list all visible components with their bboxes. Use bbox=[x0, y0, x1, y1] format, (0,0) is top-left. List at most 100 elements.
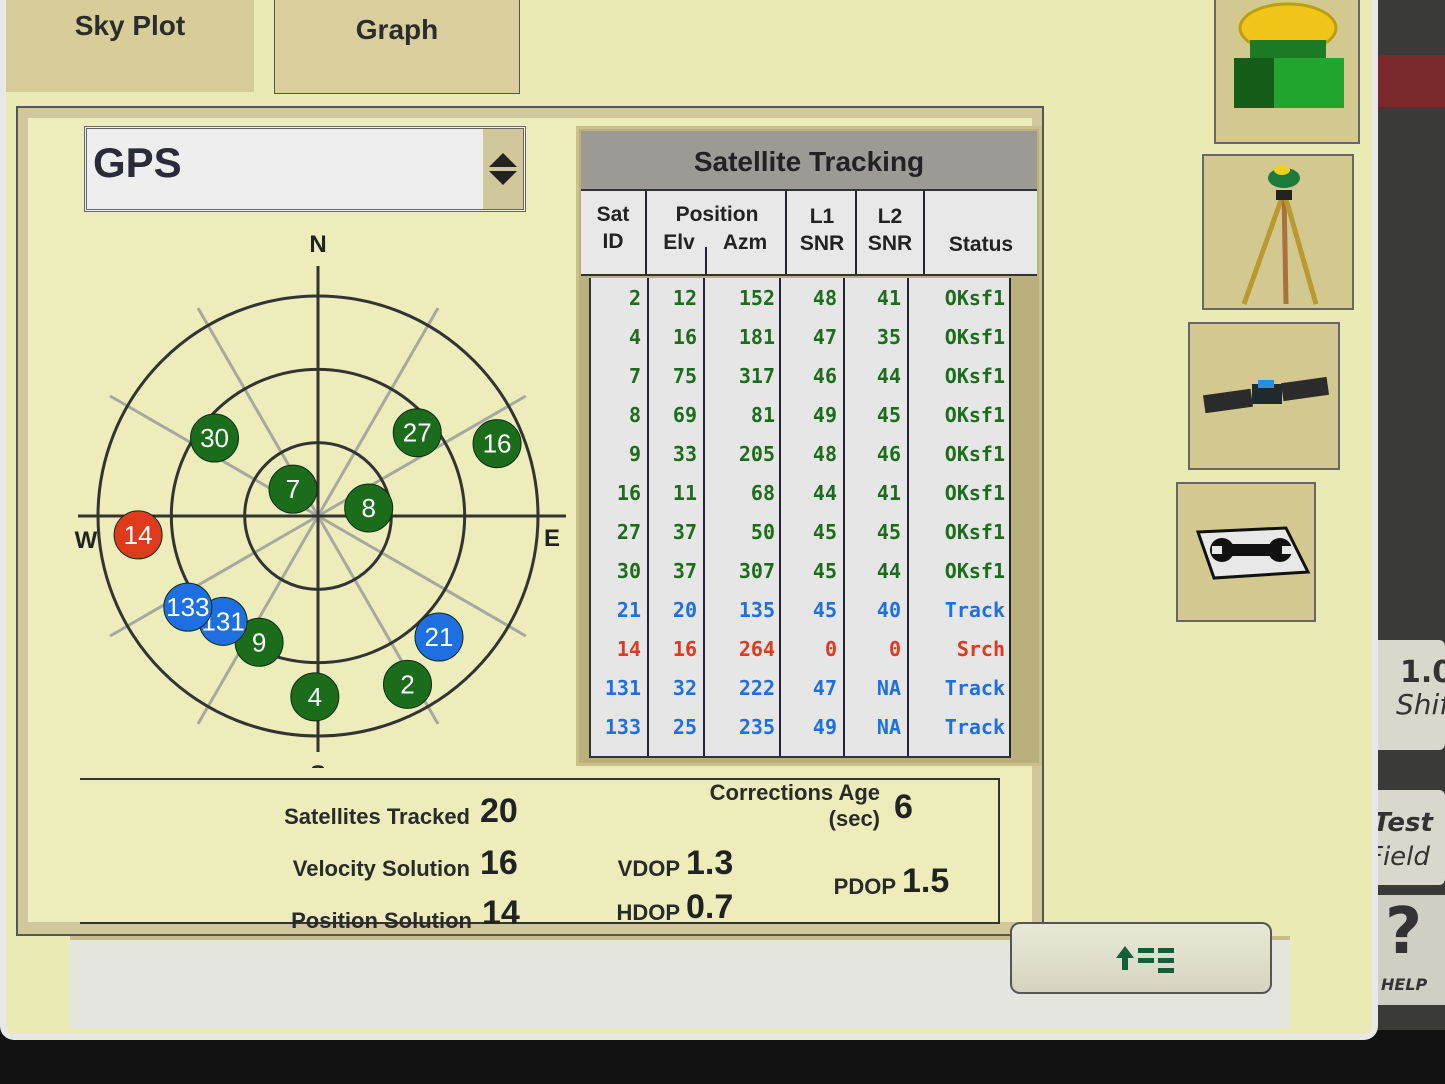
header-position: Position bbox=[675, 203, 759, 226]
cell-azm: 135 bbox=[738, 598, 775, 622]
satellite-button[interactable] bbox=[1188, 322, 1340, 470]
cell-l1-snr: 48 bbox=[812, 442, 837, 466]
satellite-marker[interactable]: 2 bbox=[383, 659, 433, 709]
cell-l1-snr: 48 bbox=[812, 286, 837, 310]
receiver-icon bbox=[1234, 2, 1344, 108]
receiver-button[interactable] bbox=[1214, 0, 1360, 144]
cell-sat-id: 7 bbox=[628, 364, 641, 388]
tab-sky-plot[interactable]: Sky Plot bbox=[6, 0, 254, 92]
header-sat-id: Sat ID bbox=[596, 203, 630, 253]
cell-l2-snr: NA bbox=[876, 715, 901, 739]
cell-status: Srch bbox=[956, 637, 1005, 661]
cell-azm: 181 bbox=[738, 325, 775, 349]
position-solution-value: 14 bbox=[482, 894, 520, 932]
service-manual-button[interactable] bbox=[1176, 482, 1316, 622]
shift-label: Shif bbox=[1396, 688, 1445, 721]
cell-elv: 37 bbox=[672, 559, 697, 583]
sky-plot-panel: GPS N S E W 247891627302114131133 Satell… bbox=[16, 106, 1044, 936]
cell-sat-id: 21 bbox=[616, 598, 641, 622]
satellite-marker[interactable]: 16 bbox=[472, 419, 522, 469]
compass-west-label: W bbox=[75, 527, 98, 554]
manual-wrench-icon bbox=[1195, 526, 1311, 580]
shift-value: 1.0 bbox=[1400, 655, 1445, 690]
cell-elv: 11 bbox=[672, 481, 697, 505]
cell-azm: 50 bbox=[750, 520, 775, 544]
cell-l2-snr: 41 bbox=[876, 481, 901, 505]
sky-plot: N S E W 247891627302114131133 bbox=[75, 231, 566, 768]
cell-l1-snr: 46 bbox=[812, 364, 837, 388]
cell-l1-snr: 49 bbox=[812, 715, 837, 739]
header-elv: Elv bbox=[663, 231, 695, 254]
tab-graph-label: Graph bbox=[355, 14, 439, 45]
cell-elv: 16 bbox=[672, 637, 697, 661]
help-icon: ? bbox=[1385, 895, 1423, 969]
header-l2-snr: L2 SNR bbox=[867, 205, 913, 255]
cell-l1-snr: 47 bbox=[812, 325, 837, 349]
table-row: 14 16 264 0 0 Srch bbox=[591, 637, 1011, 675]
table-row: 133 25 235 49 NA Track bbox=[591, 715, 1011, 753]
satellite-marker[interactable]: 21 bbox=[414, 612, 464, 662]
tab-sky-plot-label: Sky Plot bbox=[74, 10, 186, 41]
arrow-down-icon[interactable] bbox=[489, 171, 517, 185]
cell-azm: 307 bbox=[738, 559, 775, 583]
cell-sat-id: 8 bbox=[628, 403, 641, 427]
corrections-age-label: Corrections Age bbox=[709, 780, 880, 805]
cell-l2-snr: 0 bbox=[888, 637, 901, 661]
cell-azm: 205 bbox=[738, 442, 775, 466]
satellite-marker[interactable]: 30 bbox=[190, 413, 240, 463]
satellite-marker-label: 7 bbox=[286, 474, 300, 504]
cell-sat-id: 16 bbox=[616, 481, 641, 505]
cell-l2-snr: 46 bbox=[876, 442, 901, 466]
arrow-up-icon[interactable] bbox=[489, 153, 517, 167]
satellite-marker[interactable]: 7 bbox=[268, 464, 318, 514]
cell-l1-snr: 45 bbox=[812, 520, 837, 544]
compass-north-label: N bbox=[309, 231, 326, 258]
satellite-marker[interactable]: 133 bbox=[163, 582, 213, 632]
tripod-icon bbox=[1241, 165, 1319, 305]
corrections-age-unit: (sec) bbox=[828, 806, 880, 831]
cell-elv: 37 bbox=[672, 520, 697, 544]
satellite-tracking-table: Satellite Tracking Sat ID Position Elv A… bbox=[576, 126, 1042, 766]
cell-l2-snr: 44 bbox=[876, 364, 901, 388]
satellite-marker[interactable]: 27 bbox=[392, 408, 442, 458]
table-row: 131 32 222 47 NA Track bbox=[591, 676, 1011, 714]
cell-sat-id: 2 bbox=[628, 286, 641, 310]
satellite-marker[interactable]: 14 bbox=[113, 510, 163, 560]
tripod-button[interactable] bbox=[1202, 154, 1354, 310]
header-status: Status bbox=[948, 233, 1014, 256]
satellite-marker[interactable]: 8 bbox=[344, 483, 394, 533]
position-solution-label: Position Solution bbox=[291, 908, 472, 933]
satellite-marker[interactable]: 4 bbox=[290, 672, 340, 722]
cell-l2-snr: 35 bbox=[876, 325, 901, 349]
cell-l1-snr: 45 bbox=[812, 559, 837, 583]
cell-l2-snr: 45 bbox=[876, 403, 901, 427]
constellation-select[interactable]: GPS bbox=[84, 126, 526, 212]
move-up-list-button[interactable] bbox=[1010, 922, 1272, 994]
vdop-value: 1.3 bbox=[686, 844, 734, 882]
cell-l1-snr: 47 bbox=[812, 676, 837, 700]
background-shift-panel: 1.0 Shif bbox=[1370, 640, 1445, 750]
constellation-spinner[interactable] bbox=[483, 129, 523, 209]
cell-azm: 222 bbox=[738, 676, 775, 700]
tab-graph[interactable]: Graph bbox=[274, 0, 520, 94]
cell-azm: 235 bbox=[738, 715, 775, 739]
corrections-age-value: 6 bbox=[894, 788, 913, 826]
cell-azm: 264 bbox=[738, 637, 775, 661]
table-row: 7 75 317 46 44 OKsf1 bbox=[591, 364, 1011, 402]
header-l1-snr: L1 SNR bbox=[799, 205, 845, 255]
cell-sat-id: 14 bbox=[616, 637, 641, 661]
table-row: 21 20 135 45 40 Track bbox=[591, 598, 1011, 636]
cell-sat-id: 9 bbox=[628, 442, 641, 466]
table-row: 30 37 307 45 44 OKsf1 bbox=[591, 559, 1011, 597]
table-body: 2 12 152 48 41 OKsf1 4 16 181 47 35 OKsf1 7 75 317 46 44… bbox=[589, 278, 1011, 758]
cell-l1-snr: 0 bbox=[824, 637, 837, 661]
cell-l2-snr: NA bbox=[876, 676, 901, 700]
table-title: Satellite Tracking bbox=[581, 131, 1037, 191]
cell-elv: 25 bbox=[672, 715, 697, 739]
satellite-marker-label: 30 bbox=[200, 423, 229, 453]
table-row: 4 16 181 47 35 OKsf1 bbox=[591, 325, 1011, 363]
cell-elv: 33 bbox=[672, 442, 697, 466]
compass-east-label: E bbox=[544, 525, 560, 552]
cell-elv: 69 bbox=[672, 403, 697, 427]
velocity-solution-label: Velocity Solution bbox=[292, 856, 470, 881]
